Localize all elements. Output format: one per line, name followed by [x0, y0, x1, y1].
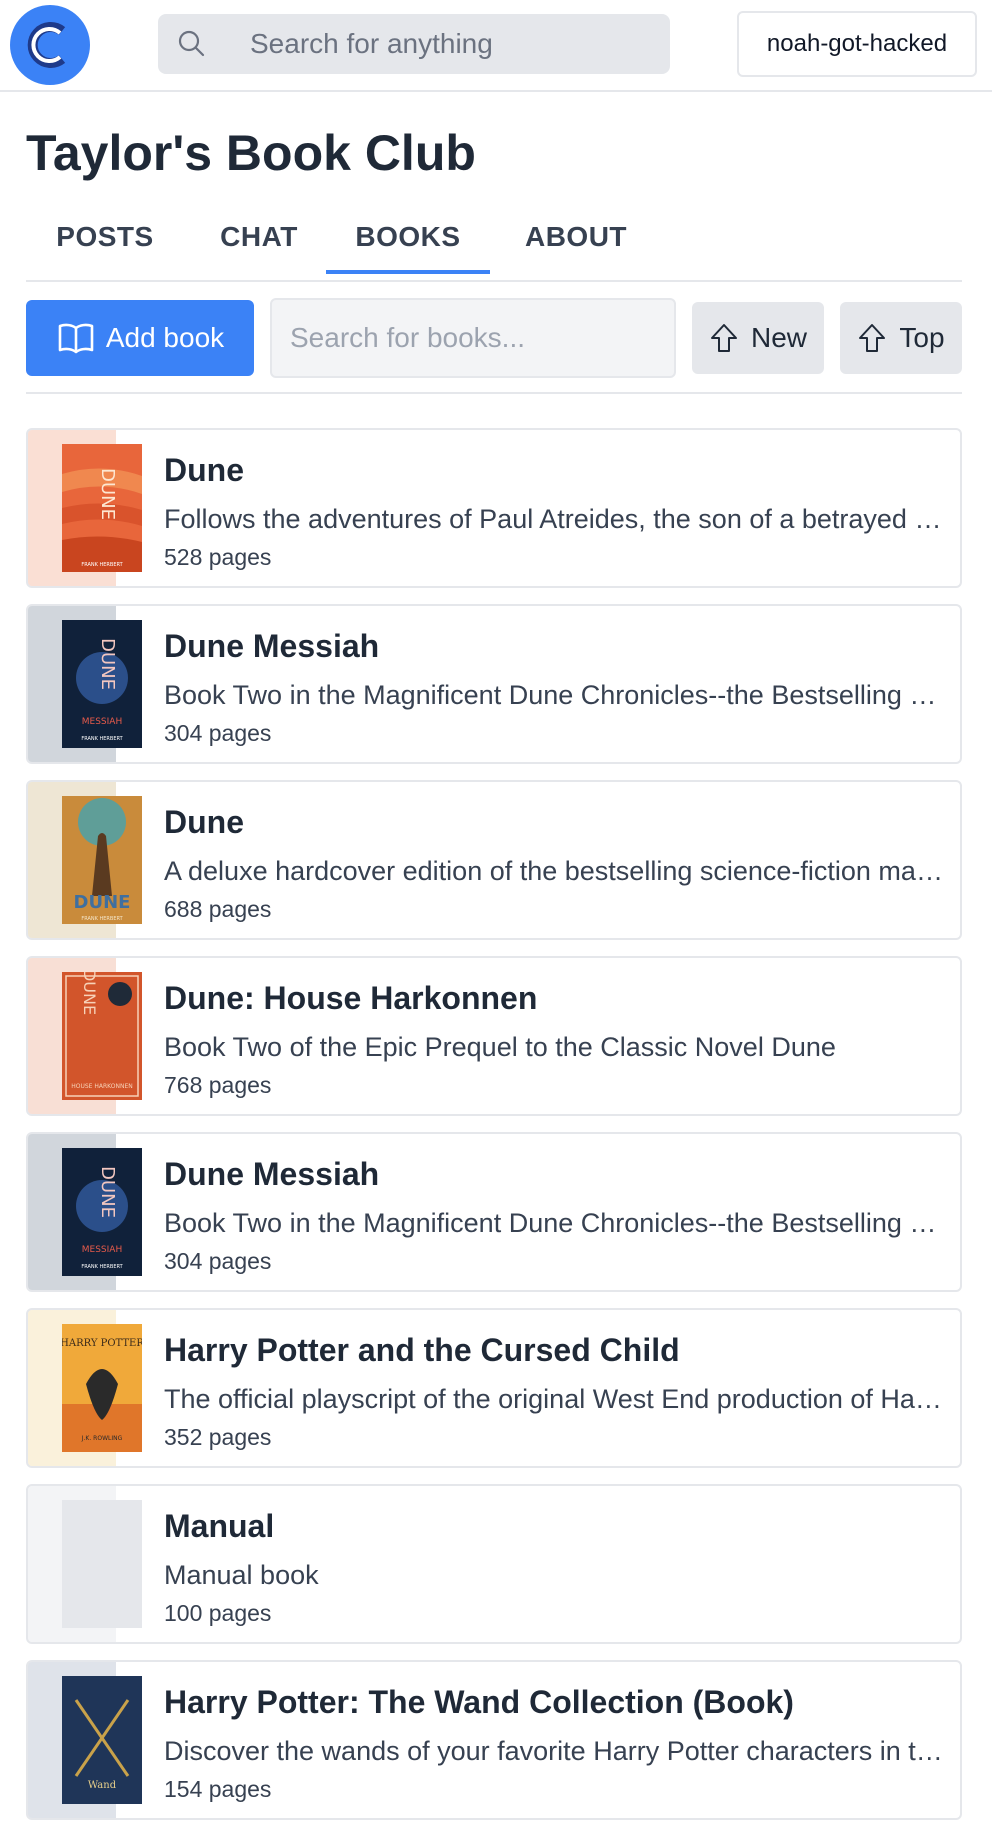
cover-author-text: FRANK HERBERT: [81, 916, 123, 922]
book-pages: 688 pages: [164, 896, 272, 922]
search-icon: [178, 30, 205, 57]
book-cover: HARRY POTTER J.K. ROWLING: [62, 1324, 142, 1452]
arrow-up-icon: [710, 324, 737, 352]
book-cover-area: [28, 1486, 142, 1642]
book-cover-area: Wand: [28, 1662, 142, 1818]
book-pages: 154 pages: [164, 1776, 272, 1802]
book-title[interactable]: Dune Messiah: [164, 1156, 379, 1193]
book-cover: Wand: [62, 1676, 142, 1804]
book-pages: 528 pages: [164, 544, 272, 570]
book-title[interactable]: Dune: House Harkonnen: [164, 980, 537, 1017]
book-cover-area: HARRY POTTER J.K. ROWLING: [28, 1310, 142, 1466]
cover-title-text: HARRY POTTER: [62, 1338, 142, 1349]
cover-author-text: FRANK HERBERT: [81, 1264, 123, 1270]
book-card[interactable]: HARRY POTTER J.K. ROWLING Harry Potter a…: [26, 1308, 962, 1468]
book-list: DUNE FRANK HERBERT Dune Follows the adve…: [26, 428, 962, 1836]
book-title[interactable]: Manual: [164, 1508, 274, 1545]
cover-title-text: Wand: [88, 1780, 117, 1791]
sort-top-button[interactable]: Top: [840, 302, 962, 374]
book-description: Follows the adventures of Paul Atreides,…: [164, 504, 944, 534]
arrow-up-icon: [859, 324, 886, 352]
cover-subtitle-text: MESSIAH: [82, 1245, 122, 1255]
book-description: The official playscript of the original …: [164, 1384, 944, 1414]
book-card[interactable]: Wand Harry Potter: The Wand Collection (…: [26, 1660, 962, 1820]
book-description: A deluxe hardcover edition of the bestse…: [164, 856, 944, 886]
cover-subtitle-text: MESSIAH: [82, 717, 122, 727]
book-title[interactable]: Dune: [164, 452, 244, 489]
sort-new-label: New: [750, 322, 807, 353]
book-cover-area: DUNE FRANK HERBERT: [28, 782, 142, 938]
book-description: Book Two in the Magnificent Dune Chronic…: [164, 1208, 944, 1238]
book-title[interactable]: Harry Potter and the Cursed Child: [164, 1332, 680, 1369]
book-cover: DUNE FRANK HERBERT: [62, 444, 142, 572]
book-card[interactable]: DUNE HOUSE HARKONNEN Dune: House Harkonn…: [26, 956, 962, 1116]
book-description: Book Two of the Epic Prequel to the Clas…: [164, 1032, 836, 1062]
book-description: Manual book: [164, 1560, 319, 1590]
book-cover: DUNE MESSIAH FRANK HERBERT: [62, 1148, 142, 1276]
book-open-icon: [58, 323, 94, 354]
book-card[interactable]: DUNE MESSIAH FRANK HERBERT Dune Messiah …: [26, 1132, 962, 1292]
book-cover-placeholder: [62, 1500, 142, 1628]
book-title[interactable]: Harry Potter: The Wand Collection (Book): [164, 1684, 794, 1721]
book-card[interactable]: Manual Manual book 100 pages: [26, 1484, 962, 1644]
cover-author-text: J.K. ROWLING: [81, 1435, 123, 1442]
book-description: Book Two in the Magnificent Dune Chronic…: [164, 680, 944, 710]
book-cover-area: DUNE HOUSE HARKONNEN: [28, 958, 142, 1114]
cover-title-text: DUNE: [80, 972, 99, 1015]
page-title: Taylor's Book Club: [26, 125, 476, 181]
sort-new-button[interactable]: New: [692, 302, 824, 374]
top-navbar: noah-got-hacked: [0, 0, 992, 92]
tab-about[interactable]: ABOUT: [516, 210, 636, 264]
tab-books[interactable]: BOOKS: [326, 210, 490, 274]
book-title[interactable]: Dune: [164, 804, 244, 841]
book-cover-area: DUNE FRANK HERBERT: [28, 430, 142, 586]
book-title[interactable]: Dune Messiah: [164, 628, 379, 665]
sort-top-label: Top: [899, 322, 945, 353]
logo-icon: [12, 7, 88, 83]
book-pages: 352 pages: [164, 1424, 272, 1450]
books-toolbar: Add book New Top: [26, 298, 962, 394]
book-cover: DUNE HOUSE HARKONNEN: [62, 972, 142, 1100]
book-cover-area: DUNE MESSIAH FRANK HERBERT: [28, 606, 142, 762]
add-book-label: Add book: [105, 322, 225, 353]
book-search[interactable]: [270, 298, 676, 378]
book-card[interactable]: DUNE MESSIAH FRANK HERBERT Dune Messiah …: [26, 604, 962, 764]
book-search-input[interactable]: [290, 322, 660, 354]
book-cover: DUNE FRANK HERBERT: [62, 796, 142, 924]
tab-posts[interactable]: POSTS: [52, 210, 158, 264]
user-menu-button[interactable]: noah-got-hacked: [737, 11, 977, 77]
cover-title-text: DUNE: [97, 638, 118, 690]
book-pages: 100 pages: [164, 1600, 272, 1626]
tab-chat[interactable]: CHAT: [214, 210, 304, 264]
book-card[interactable]: DUNE FRANK HERBERT Dune Follows the adve…: [26, 428, 962, 588]
book-pages: 768 pages: [164, 1072, 272, 1098]
club-tabs: POSTS CHAT BOOKS ABOUT: [26, 210, 962, 282]
book-pages: 304 pages: [164, 1248, 272, 1274]
cover-subtitle-text: HOUSE HARKONNEN: [71, 1083, 133, 1090]
book-cover-area: DUNE MESSIAH FRANK HERBERT: [28, 1134, 142, 1290]
cover-title-text: DUNE: [97, 1166, 118, 1218]
cover-author-text: FRANK HERBERT: [81, 736, 123, 742]
book-card[interactable]: DUNE FRANK HERBERT Dune A deluxe hardcov…: [26, 780, 962, 940]
cover-title-text: DUNE: [74, 892, 131, 913]
book-cover: DUNE MESSIAH FRANK HERBERT: [62, 620, 142, 748]
cover-author-text: FRANK HERBERT: [81, 562, 123, 568]
add-book-button[interactable]: Add book: [26, 300, 254, 376]
app-logo[interactable]: [10, 5, 90, 85]
book-description: Discover the wands of your favorite Harr…: [164, 1736, 944, 1766]
global-search-input[interactable]: [250, 28, 650, 60]
book-pages: 304 pages: [164, 720, 272, 746]
cover-title-text: DUNE: [97, 468, 118, 520]
global-search[interactable]: [158, 14, 670, 74]
